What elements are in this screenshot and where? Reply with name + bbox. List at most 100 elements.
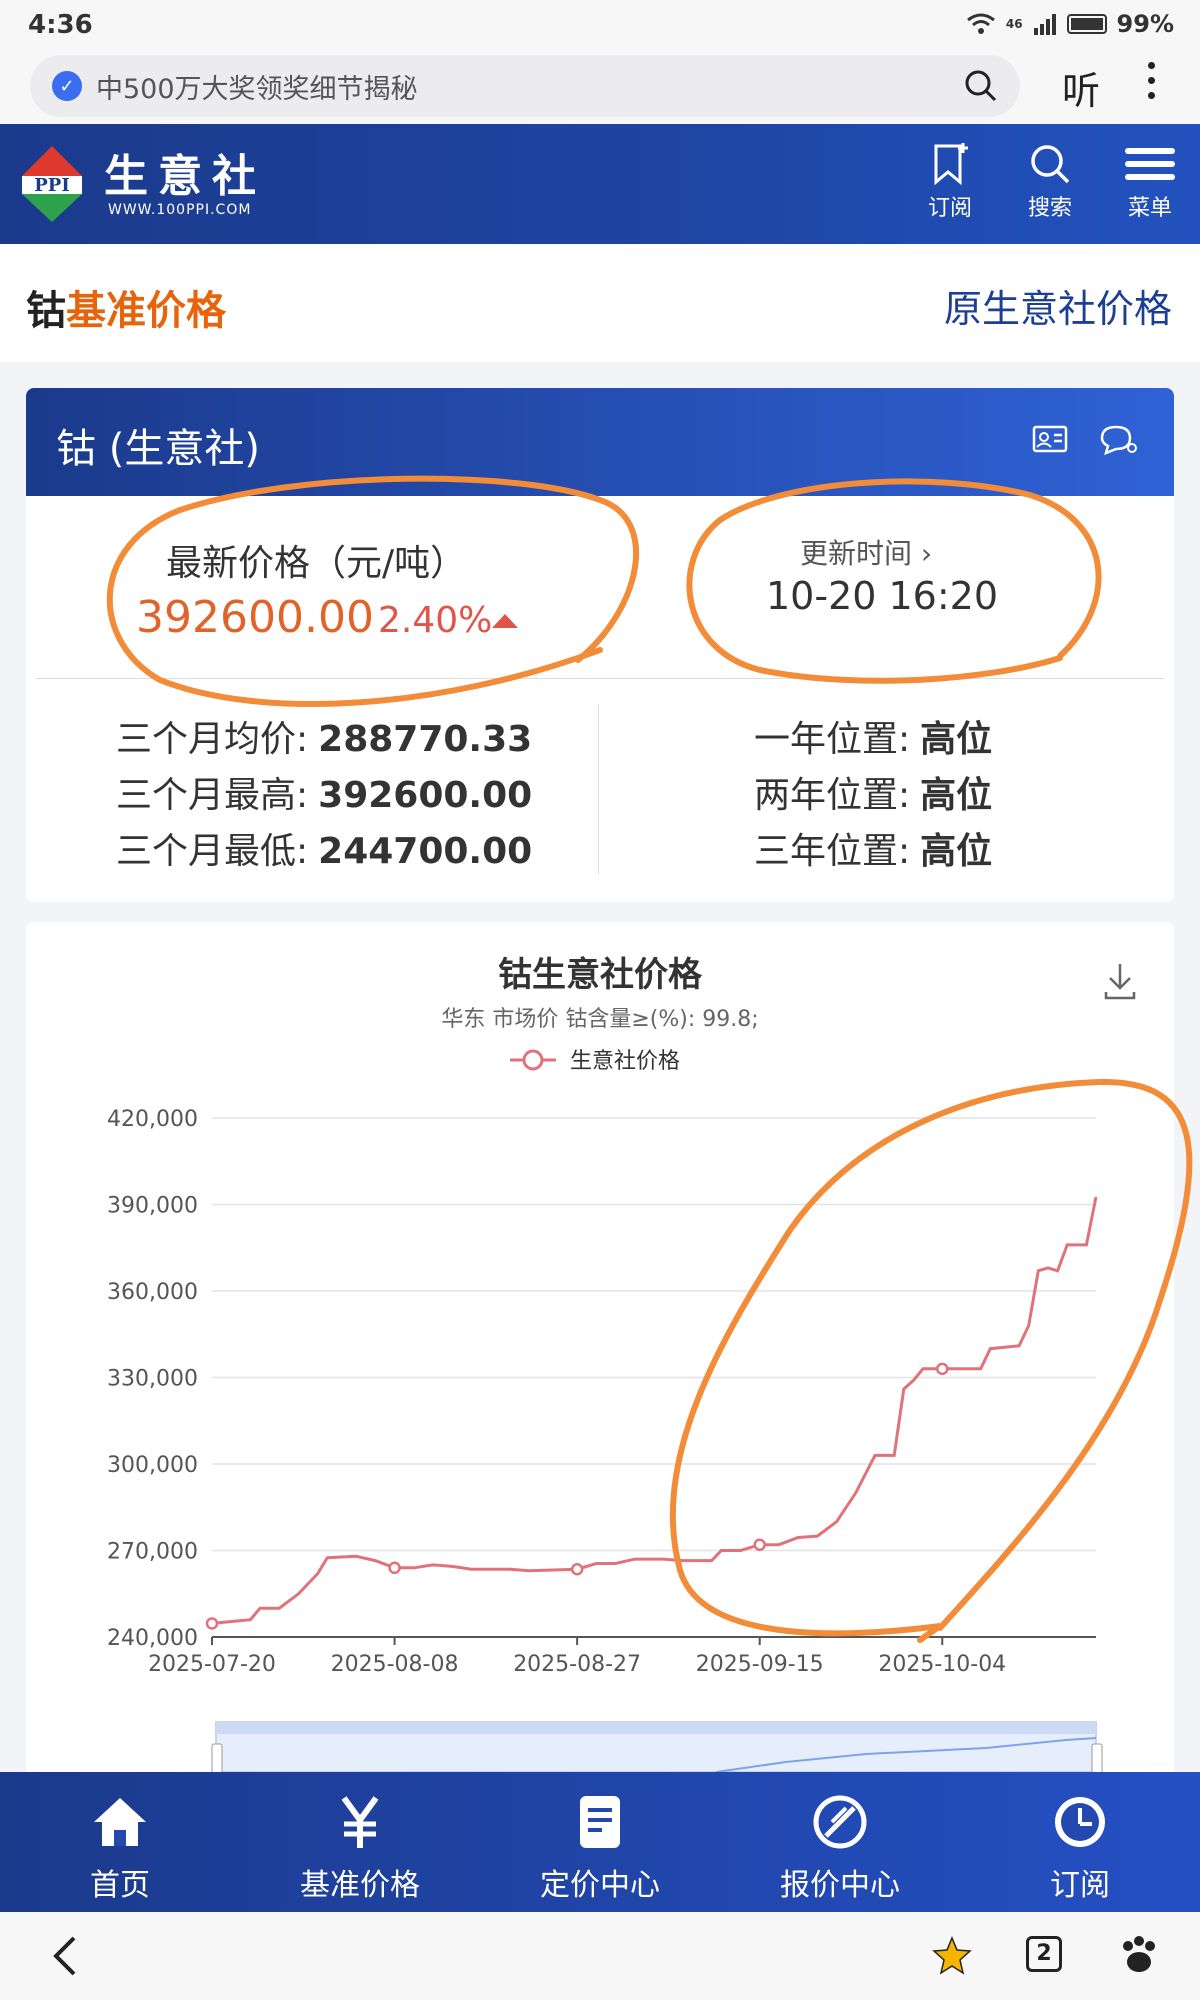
paw-icon[interactable] [1118,1934,1160,1976]
page-title-prefix: 钴 [26,288,66,334]
stats-divider [598,704,599,874]
stat-value: 高位 [920,775,993,816]
id-card-icon[interactable] [1032,424,1068,454]
nav-pricing-label: 定价中心 [540,1868,660,1903]
status-time: 4:36 [28,10,93,40]
chart-legend[interactable]: 生意社价格 [510,1049,680,1074]
price-line-chart[interactable]: 钴生意社价格 华东 市场价 钴含量≥(%): 99.8; 生意社价格 240,0… [26,922,1174,1772]
stat-value: 288770.33 [318,719,533,760]
battery-level: 99% [1116,10,1174,38]
data-point-marker [205,1617,219,1630]
stat-3m-low: 三个月最低: 244700.00 [116,822,532,874]
back-icon[interactable] [50,1934,80,1978]
page-title: 钴基准价格 [26,278,226,336]
price-card: 钴 (生意社) 最新价格（元/吨） 392600.00 2.40% 更新时间 ›… [26,388,1174,902]
x-tick-label: 2025-08-27 [513,1652,641,1677]
data-point-marker [753,1538,766,1551]
clock-icon [1055,1797,1105,1847]
stat-value: 244700.00 [318,831,533,872]
up-arrow-icon [492,614,518,628]
stat-3m-average: 三个月均价: 288770.33 [116,710,532,762]
x-tick-label: 2025-07-20 [148,1652,276,1677]
page-title-highlight: 基准价格 [66,288,226,334]
legend-label: 生意社价格 [570,1049,680,1074]
y-tick-label: 240,000 [107,1626,198,1651]
price-card-header: 钴 (生意社) [26,388,1174,496]
address-bar[interactable]: ✓ 中500万大奖领奖细节揭秘 [30,55,1020,117]
menu-icon [1125,148,1175,180]
stat-label: 三个月均价: [116,719,309,760]
search-button[interactable]: 搜索 [1010,142,1090,222]
original-price-link[interactable]: 原生意社价格 [944,278,1172,333]
search-label: 搜索 [1027,196,1072,221]
address-text: 中500万大奖领奖细节揭秘 [96,73,418,105]
tabs-count-button[interactable]: 2 [1026,1936,1062,1972]
stat-2y-position: 两年位置: 高位 [754,766,992,818]
quote-icon [813,1795,867,1849]
latest-price-label: 最新价格（元/吨） [166,543,467,584]
status-indicators: 46 99% [966,10,1174,38]
update-time-label: 更新时间 [800,537,913,570]
x-tick-label: 2025-10-04 [878,1652,1006,1677]
data-point-marker [388,1561,401,1575]
system-navigation-bar: 2 [0,1912,1200,2000]
nav-subscribe[interactable]: 订阅 [960,1772,1200,1912]
x-tick-label: 2025-08-08 [331,1652,459,1677]
y-tick-label: 270,000 [107,1540,198,1565]
card-divider [36,678,1164,679]
data-point-marker [570,1562,584,1576]
nav-pricing-center[interactable]: 定价中心 [480,1772,720,1912]
chart-subtitle: 华东 市场价 钴含量≥(%): 99.8; [441,1007,758,1032]
stat-label: 一年位置: [754,719,911,760]
home-icon [94,1798,146,1846]
logo-letters: PPI [34,175,70,196]
stat-1y-position: 一年位置: 高位 [754,710,992,762]
stat-label: 三个月最低: [116,831,309,872]
price-card-title: 钴 (生意社) [56,426,260,472]
document-icon [580,1796,620,1848]
shield-icon: ✓ [52,71,82,101]
nav-quote-center[interactable]: 报价中心 [720,1772,960,1912]
more-options-icon[interactable] [1148,62,1156,102]
wifi-icon [966,13,995,34]
star-icon[interactable] [932,1936,972,1976]
nav-benchmark-label: 基准价格 [300,1868,420,1903]
subscribe-label: 订阅 [927,196,972,221]
y-tick-label: 420,000 [107,1107,198,1132]
nav-home[interactable]: 首页 [0,1772,240,1912]
stat-3m-high: 三个月最高: 392600.00 [116,766,532,818]
price-change-percent: 2.40% [378,600,493,641]
battery-icon [1066,14,1107,34]
chevron-right-icon: › [920,537,933,570]
update-time-value: 10-20 16:20 [766,574,999,618]
download-icon[interactable] [1104,964,1136,1000]
site-domain: WWW.100PPI.COM [108,202,252,218]
y-tick-label: 390,000 [107,1194,198,1219]
stat-label: 两年位置: [754,775,911,816]
status-bar: 4:36 46 99% [0,0,1200,52]
bookmark-icon [934,143,968,186]
search-icon[interactable] [964,69,998,103]
nav-quote-label: 报价中心 [780,1868,900,1903]
browser-toolbar: ✓ 中500万大奖领奖细节揭秘 [0,52,1200,124]
zoom-slider[interactable] [211,1721,1103,1772]
yen-icon [341,1796,379,1848]
logo-icon[interactable]: PPI [20,146,84,222]
update-time-link[interactable]: 更新时间 › [800,532,932,572]
page-title-row: 钴基准价格 原生意社价格 [0,244,1200,362]
stat-value: 392600.00 [318,775,533,816]
data-point-marker [936,1362,949,1376]
y-tick-label: 300,000 [107,1453,198,1478]
subscribe-button[interactable]: 订阅 [910,142,990,222]
nav-home-label: 首页 [90,1868,150,1903]
network-type: 46 [1005,17,1023,31]
listen-button[interactable]: 听 [1062,60,1100,115]
stat-3y-position: 三年位置: 高位 [754,822,992,874]
chart-title: 钴生意社价格 [498,955,703,995]
site-name: 生意社 [104,151,266,202]
search-icon [1031,145,1070,184]
chat-icon[interactable] [1098,424,1138,456]
y-tick-label: 360,000 [107,1280,198,1305]
nav-benchmark-price[interactable]: 基准价格 [240,1772,480,1912]
menu-button[interactable]: 菜单 [1110,142,1190,222]
